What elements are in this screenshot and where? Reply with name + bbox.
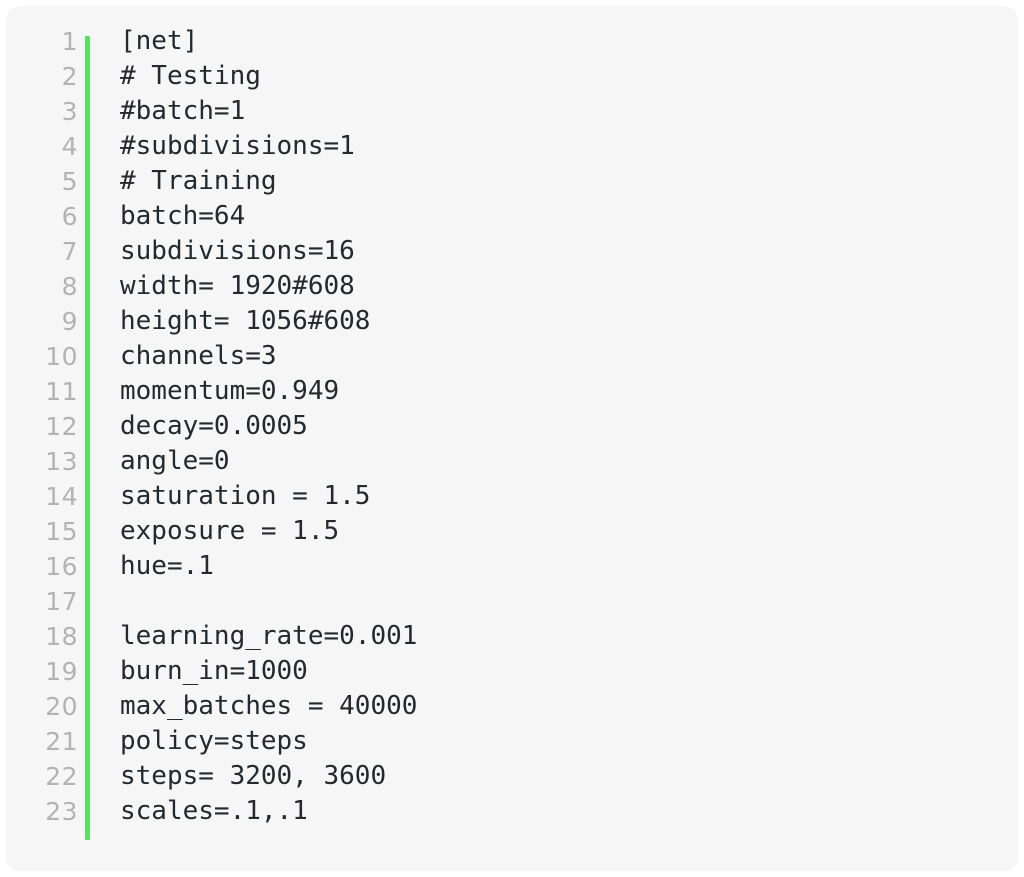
line-text[interactable]: momentum=0.949 [120, 374, 339, 409]
code-line: 6 batch=64 [6, 199, 1018, 234]
code-line: 23 scales=.1,.1 [6, 794, 1018, 829]
line-number: 11 [45, 377, 78, 406]
line-number: 18 [45, 622, 78, 651]
code-line: 20 max_batches = 40000 [6, 689, 1018, 724]
line-number: 22 [45, 762, 78, 791]
line-text[interactable]: width= 1920#608 [120, 269, 355, 304]
line-number: 23 [45, 797, 78, 826]
line-text[interactable]: angle=0 [120, 444, 230, 479]
line-text[interactable]: channels=3 [120, 339, 277, 374]
code-line: 18 learning_rate=0.001 [6, 619, 1018, 654]
line-number: 13 [45, 447, 78, 476]
line-text[interactable]: scales=.1,.1 [120, 794, 308, 829]
line-text[interactable]: # Testing [120, 59, 261, 94]
line-number: 3 [61, 97, 78, 126]
line-text[interactable]: #batch=1 [120, 94, 245, 129]
line-text[interactable]: steps= 3200, 3600 [120, 759, 386, 794]
line-number: 1 [61, 27, 78, 56]
line-text[interactable]: burn_in=1000 [120, 654, 308, 689]
line-number: 9 [61, 307, 78, 336]
line-number: 4 [61, 132, 78, 161]
code-line: 12 decay=0.0005 [6, 409, 1018, 444]
line-number: 17 [45, 587, 78, 616]
line-text[interactable]: saturation = 1.5 [120, 479, 370, 514]
line-number: 10 [45, 342, 78, 371]
line-number: 19 [45, 657, 78, 686]
code-line-list: 1 [net] 2 # Testing 3 #batch=1 4 #subdivisions=… [6, 24, 1018, 829]
code-line: 19 burn_in=1000 [6, 654, 1018, 689]
line-text[interactable]: max_batches = 40000 [120, 689, 417, 724]
code-line: 2 # Testing [6, 59, 1018, 94]
line-number: 20 [45, 692, 78, 721]
line-text[interactable]: learning_rate=0.001 [120, 619, 417, 654]
line-text[interactable]: hue=.1 [120, 549, 214, 584]
code-line: 14 saturation = 1.5 [6, 479, 1018, 514]
code-line: 15 exposure = 1.5 [6, 514, 1018, 549]
line-number: 8 [61, 272, 78, 301]
code-line: 11 momentum=0.949 [6, 374, 1018, 409]
code-line: 3 #batch=1 [6, 94, 1018, 129]
code-line: 16 hue=.1 [6, 549, 1018, 584]
line-text[interactable]: decay=0.0005 [120, 409, 308, 444]
line-number: 21 [45, 727, 78, 756]
code-line: 9 height= 1056#608 [6, 304, 1018, 339]
line-number: 6 [61, 202, 78, 231]
line-text[interactable]: exposure = 1.5 [120, 514, 339, 549]
code-line: 10 channels=3 [6, 339, 1018, 374]
line-text[interactable]: # Training [120, 164, 277, 199]
line-text[interactable]: #subdivisions=1 [120, 129, 355, 164]
line-text[interactable]: batch=64 [120, 199, 245, 234]
line-number: 2 [61, 62, 78, 91]
line-number: 5 [61, 167, 78, 196]
code-line: 13 angle=0 [6, 444, 1018, 479]
code-line: 8 width= 1920#608 [6, 269, 1018, 304]
code-line: 1 [net] [6, 24, 1018, 59]
code-line: 7 subdivisions=16 [6, 234, 1018, 269]
line-text[interactable]: policy=steps [120, 724, 308, 759]
line-text[interactable]: height= 1056#608 [120, 304, 370, 339]
code-line: 22 steps= 3200, 3600 [6, 759, 1018, 794]
code-line: 17 [6, 584, 1018, 619]
line-number: 12 [45, 412, 78, 441]
code-block: 1 [net] 2 # Testing 3 #batch=1 4 #subdivisions=… [6, 6, 1018, 871]
line-number: 7 [61, 237, 78, 266]
code-line: 4 #subdivisions=1 [6, 129, 1018, 164]
line-number: 16 [45, 552, 78, 581]
line-number: 15 [45, 517, 78, 546]
code-line: 21 policy=steps [6, 724, 1018, 759]
line-number: 14 [45, 482, 78, 511]
code-line: 5 # Training [6, 164, 1018, 199]
line-text[interactable]: [net] [120, 24, 198, 59]
line-text[interactable]: subdivisions=16 [120, 234, 355, 269]
